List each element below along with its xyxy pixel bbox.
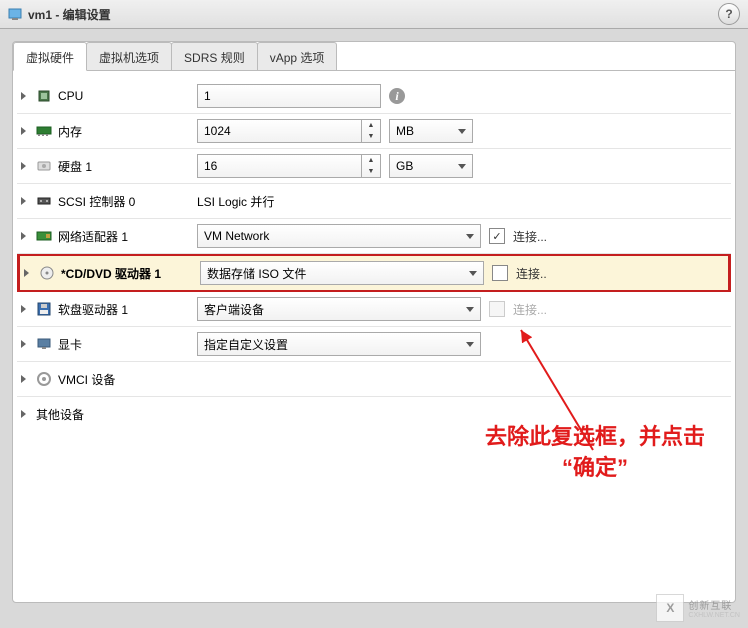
- disk-icon: [36, 158, 52, 174]
- cddvd-label: *CD/DVD 驱动器 1: [61, 265, 161, 282]
- floppy-select[interactable]: 客户端设备: [197, 297, 481, 321]
- cpu-select[interactable]: 1: [197, 84, 381, 108]
- memory-icon: [36, 123, 52, 139]
- row-disk: 硬盘 1 16 ▲▼ GB: [17, 149, 731, 184]
- network-label: 网络适配器 1: [58, 228, 128, 245]
- disk-value: 16: [204, 159, 217, 173]
- floppy-label: 软盘驱动器 1: [58, 301, 128, 318]
- memory-label: 内存: [58, 123, 82, 140]
- cpu-value: 1: [204, 89, 211, 103]
- expand-icon[interactable]: [21, 127, 26, 135]
- help-button[interactable]: ?: [718, 3, 740, 25]
- scsi-label: SCSI 控制器 0: [58, 193, 135, 210]
- annotation-line1: 去除此复选框，并点击: [485, 422, 705, 453]
- floppy-value: 客户端设备: [204, 301, 264, 318]
- watermark-text: 创新互联: [688, 597, 740, 612]
- floppy-connect-checkbox: [489, 301, 505, 317]
- cpu-label: CPU: [58, 89, 83, 103]
- row-video: 显卡 指定自定义设置: [17, 327, 731, 362]
- watermark-icon: X: [656, 594, 684, 622]
- network-select[interactable]: VM Network: [197, 224, 481, 248]
- settings-window: vm1 - 编辑设置 ? 虚拟硬件 虚拟机选项 SDRS 规则 vApp 选项 …: [0, 0, 748, 628]
- cddvd-select[interactable]: 数据存储 ISO 文件: [200, 261, 484, 285]
- main-panel: 虚拟硬件 虚拟机选项 SDRS 规则 vApp 选项 CPU 1 i: [12, 41, 736, 603]
- vmci-label: VMCI 设备: [58, 371, 115, 388]
- memory-unit-select[interactable]: MB: [389, 119, 473, 143]
- disk-unit: GB: [396, 159, 413, 173]
- vmci-icon: [36, 371, 52, 387]
- expand-icon[interactable]: [21, 197, 26, 205]
- row-vmci: VMCI 设备: [17, 362, 731, 397]
- expand-icon[interactable]: [21, 410, 26, 418]
- disk-spinner[interactable]: 16 ▲▼: [197, 154, 381, 178]
- video-value: 指定自定义设置: [204, 336, 288, 353]
- expand-icon[interactable]: [21, 232, 26, 240]
- watermark-sub: CXHLW.NET.CN: [688, 612, 740, 619]
- expand-icon[interactable]: [24, 269, 29, 277]
- nic-icon: [36, 228, 52, 244]
- expand-icon[interactable]: [21, 162, 26, 170]
- cpu-icon: [36, 88, 52, 104]
- info-icon[interactable]: i: [389, 88, 405, 104]
- video-select[interactable]: 指定自定义设置: [197, 332, 481, 356]
- video-label: 显卡: [58, 336, 82, 353]
- row-cpu: CPU 1 i: [17, 79, 731, 114]
- tab-vapp[interactable]: vApp 选项: [257, 42, 338, 70]
- tab-sdrs[interactable]: SDRS 规则: [171, 42, 258, 70]
- scsi-icon: [36, 193, 52, 209]
- row-scsi: SCSI 控制器 0 LSI Logic 并行: [17, 184, 731, 219]
- row-memory: 内存 1024 ▲▼ MB: [17, 114, 731, 149]
- expand-icon[interactable]: [21, 375, 26, 383]
- network-connect-label: 连接...: [513, 228, 547, 245]
- cddvd-connect-checkbox[interactable]: [492, 265, 508, 281]
- tab-vm-options[interactable]: 虚拟机选项: [86, 42, 172, 70]
- video-icon: [36, 336, 52, 352]
- memory-unit: MB: [396, 124, 414, 138]
- disk-label: 硬盘 1: [58, 158, 92, 175]
- watermark: X 创新互联 CXHLW.NET.CN: [656, 594, 740, 622]
- cddvd-connect-label: 连接..: [516, 265, 547, 282]
- annotation-line2: “确定”: [485, 453, 705, 484]
- titlebar: vm1 - 编辑设置 ?: [0, 0, 748, 29]
- row-floppy: 软盘驱动器 1 客户端设备 连接...: [17, 292, 731, 327]
- other-label: 其他设备: [36, 406, 84, 423]
- expand-icon[interactable]: [21, 340, 26, 348]
- window-title: vm1 - 编辑设置: [28, 6, 111, 23]
- memory-spinner[interactable]: 1024 ▲▼: [197, 119, 381, 143]
- floppy-connect-label: 连接...: [513, 301, 547, 318]
- cd-icon: [39, 265, 55, 281]
- hardware-list: CPU 1 i 内存 1: [13, 71, 735, 439]
- vm-icon: [8, 7, 22, 21]
- expand-icon[interactable]: [21, 305, 26, 313]
- tab-bar: 虚拟硬件 虚拟机选项 SDRS 规则 vApp 选项: [13, 42, 735, 71]
- tab-hardware[interactable]: 虚拟硬件: [13, 42, 87, 71]
- memory-value: 1024: [204, 124, 231, 138]
- cddvd-value: 数据存储 ISO 文件: [207, 265, 306, 282]
- floppy-icon: [36, 301, 52, 317]
- network-connect-checkbox[interactable]: [489, 228, 505, 244]
- expand-icon[interactable]: [21, 92, 26, 100]
- disk-unit-select[interactable]: GB: [389, 154, 473, 178]
- row-cddvd: *CD/DVD 驱动器 1 数据存储 ISO 文件 连接..: [17, 254, 731, 292]
- annotation-text: 去除此复选框，并点击 “确定”: [485, 422, 705, 484]
- row-network: 网络适配器 1 VM Network 连接...: [17, 219, 731, 254]
- scsi-value: LSI Logic 并行: [197, 193, 274, 210]
- network-value: VM Network: [204, 229, 269, 243]
